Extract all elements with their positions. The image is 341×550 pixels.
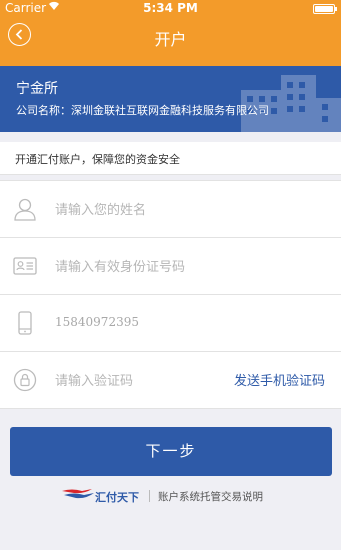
hosting-description-link[interactable]: 账户系统托管交易说明 [158,489,263,504]
account-form: 请输入您的姓名 请输入有效身份证号码 15840972395 请输入验证码 发送… [0,180,341,409]
name-input[interactable]: 请输入您的姓名 [55,199,146,218]
phone-row[interactable]: 15840972395 [0,295,341,352]
phone-input[interactable]: 15840972395 [55,315,139,329]
send-code-button[interactable]: 发送手机验证码 [234,370,325,389]
next-step-button[interactable]: 下一步 [10,427,332,476]
battery-icon [313,4,337,14]
id-row[interactable]: 请输入有效身份证号码 [0,238,341,295]
app-header: Carrier 5:34 PM 开户 [0,0,341,66]
building-icon [241,75,341,132]
status-time: 5:34 PM [143,1,198,15]
notice-text: 开通汇付账户，保障您的资金安全 [15,153,180,166]
name-row[interactable]: 请输入您的姓名 [0,181,341,238]
id-number-input[interactable]: 请输入有效身份证号码 [55,256,185,275]
code-input[interactable]: 请输入验证码 [55,370,133,389]
status-bar: Carrier 5:34 PM [0,0,341,18]
platform-banner: 宁金所 公司名称：深圳金联社互联网金融科技服务有限公司 [0,66,341,132]
platform-name: 宁金所 [16,81,58,97]
lock-icon [13,368,37,392]
footer-divider [149,490,150,502]
brand-name: 汇付天下 [95,491,139,504]
company-name: 公司名称：深圳金联社互联网金融科技服务有限公司 [16,104,269,117]
page-title: 开户 [154,30,187,49]
user-icon [14,198,36,221]
footer: 汇付天下 账户系统托管交易说明 [0,486,341,506]
code-row[interactable]: 请输入验证码 发送手机验证码 [0,352,341,409]
id-card-icon [13,257,37,275]
huifu-logo-icon [62,489,94,499]
phone-icon [18,311,32,335]
security-notice: 开通汇付账户，保障您的资金安全 [0,142,341,175]
